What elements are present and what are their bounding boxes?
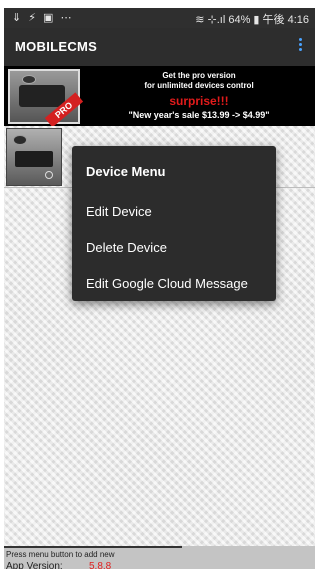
banner-sale: "New year's sale $13.99 -> $4.99" xyxy=(128,110,270,120)
device-context-menu: Device Menu Edit Device Delete Device Ed… xyxy=(72,146,276,301)
banner-line-2: for unlimited devices control xyxy=(144,81,254,90)
power-button-icon xyxy=(45,171,53,179)
app-bar: MOBILECMS xyxy=(4,28,315,66)
banner-surprise: surprise!!! xyxy=(169,94,229,108)
device-panel-graphic xyxy=(15,151,53,167)
menu-item-edit-device[interactable]: Edit Device xyxy=(86,200,272,224)
pro-ad-banner[interactable]: PRO Get the pro version for unlimited de… xyxy=(4,66,315,128)
menu-title: Device Menu xyxy=(86,164,166,179)
menu-item-edit-gcm[interactable]: Edit Google Cloud Message xyxy=(86,272,272,296)
status-bar: ⇓ ⚡ ▣ ⋯ ≋ ⊹.ıl 64% ▮ 午後 4:16 xyxy=(4,8,315,28)
footer: Press menu button to add new App Version… xyxy=(4,546,315,569)
app-title: MOBILECMS xyxy=(15,39,98,54)
footer-hint: Press menu button to add new xyxy=(6,550,115,559)
banner-line-1: Get the pro version xyxy=(162,71,236,80)
version-label: App Version: xyxy=(6,561,63,569)
more-vert-icon[interactable] xyxy=(297,37,303,55)
status-right-info: ≋ ⊹.ıl 64% ▮ 午後 4:16 xyxy=(195,14,309,26)
camera-lens-icon xyxy=(22,75,36,84)
device-thumbnail xyxy=(6,128,62,186)
camera-icon xyxy=(13,135,27,145)
footer-divider xyxy=(4,546,182,548)
pro-device-image: PRO xyxy=(8,69,84,128)
version-value: 5.8.8 xyxy=(89,561,112,569)
phone-screen: ⇓ ⚡ ▣ ⋯ ≋ ⊹.ıl 64% ▮ 午後 4:16 MOBILECMS P… xyxy=(4,8,315,569)
status-left-icons: ⇓ ⚡ ▣ ⋯ xyxy=(12,12,74,24)
device-screen-graphic xyxy=(19,85,65,107)
menu-item-delete-device[interactable]: Delete Device xyxy=(86,236,272,260)
